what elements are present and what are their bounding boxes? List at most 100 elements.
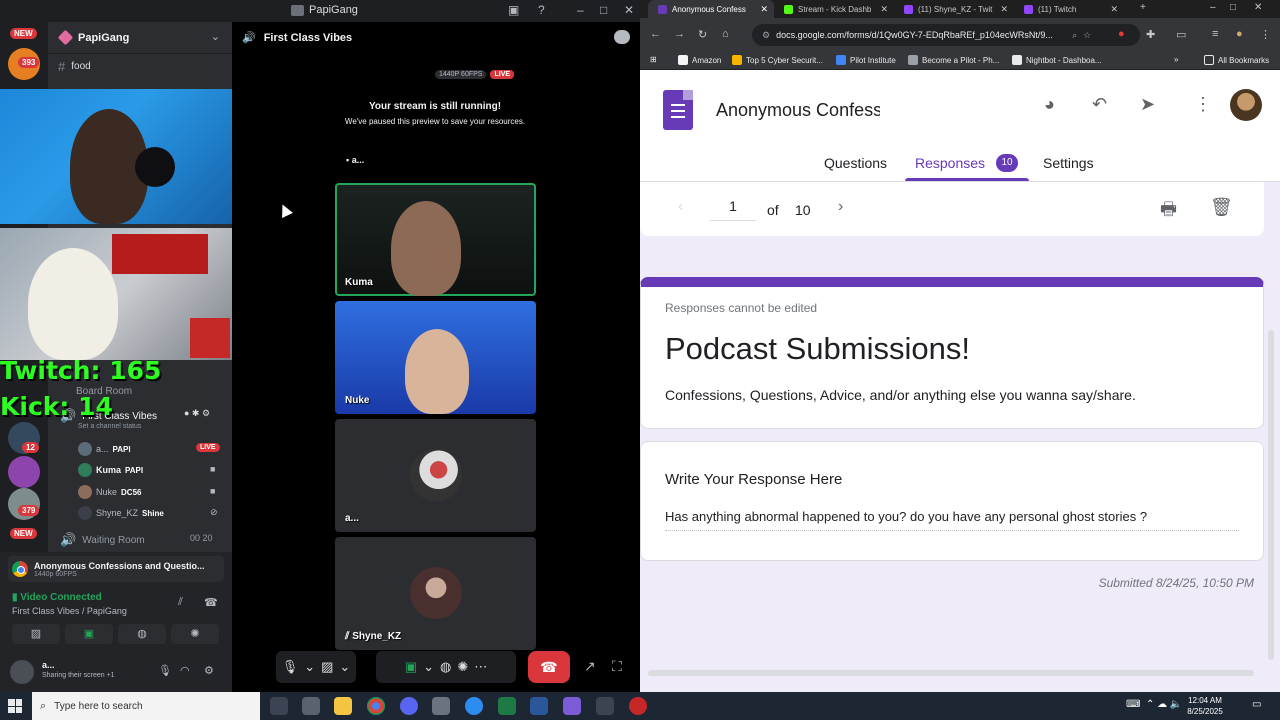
- form-title[interactable]: Anonymous Confess: [716, 100, 880, 121]
- stream-preview-row[interactable]: Anonymous Confessions and Questio... 144…: [8, 556, 224, 582]
- response-page-input[interactable]: 1: [710, 198, 756, 221]
- channel-waiting-room[interactable]: 🔊 Waiting Room: [60, 532, 145, 548]
- excel-icon[interactable]: [498, 697, 516, 715]
- google-forms-logo[interactable]: [663, 90, 693, 130]
- forward-icon[interactable]: →: [674, 28, 685, 40]
- home-icon[interactable]: ⌂: [722, 28, 729, 40]
- tab-twitch-shyne[interactable]: (11) Shyne_KZ - Twit ✕: [894, 0, 1014, 18]
- channel-action-icons[interactable]: ● ✱ ⚙: [184, 408, 210, 419]
- bookmark-more-chevron[interactable]: »: [1174, 55, 1178, 64]
- maximize-button[interactable]: □: [1230, 2, 1236, 13]
- word-icon[interactable]: [530, 697, 548, 715]
- keyboard-icon[interactable]: ⌨: [1126, 699, 1140, 710]
- mic-control[interactable]: 🎙 ⌄ ▨ ⌄: [276, 651, 356, 683]
- close-icon[interactable]: ✕: [760, 4, 768, 15]
- menu-lines-icon[interactable]: ≡: [1212, 28, 1218, 40]
- bookmark-nightbot[interactable]: Nightbot - Dashboa...: [1012, 55, 1102, 65]
- close-icon[interactable]: ✕: [1110, 4, 1118, 15]
- extensions-puzzle-icon[interactable]: ✚: [1146, 28, 1155, 41]
- channel-status[interactable]: Set a channel status: [78, 423, 141, 430]
- help-icon[interactable]: ?: [538, 3, 545, 17]
- share-screen-button[interactable]: ▣: [65, 624, 113, 644]
- more-vert-icon[interactable]: ⋮: [1194, 94, 1212, 115]
- tab-twitch[interactable]: (11) Twitch ✕: [1014, 0, 1124, 18]
- address-bar[interactable]: ⚙ docs.google.com/forms/d/1Qw0GY-7-EDqRb…: [752, 24, 1140, 46]
- video-tile-a[interactable]: a...: [335, 419, 536, 532]
- tab-kick[interactable]: Stream - Kick Dashb ✕: [774, 0, 894, 18]
- discord-icon[interactable]: [400, 697, 418, 715]
- noise-suppression-icon[interactable]: ⫽: [178, 596, 183, 609]
- voice-user[interactable]: a... PAPI: [78, 442, 131, 456]
- tab-responses[interactable]: Responses: [915, 155, 985, 171]
- disconnect-icon[interactable]: ☎: [204, 596, 218, 609]
- account-avatar[interactable]: [1230, 89, 1262, 121]
- video-tile-nuke[interactable]: Nuke: [335, 301, 536, 414]
- tab-questions[interactable]: Questions: [824, 155, 887, 171]
- video-tile-kuma[interactable]: Kuma: [335, 183, 536, 296]
- delete-icon[interactable]: 🗑: [1210, 197, 1233, 218]
- activity-button[interactable]: ◍: [118, 624, 166, 644]
- next-response-icon[interactable]: ›: [838, 198, 843, 216]
- app-icon[interactable]: [465, 697, 483, 715]
- new-tab-icon[interactable]: +: [1140, 2, 1146, 13]
- headset-icon[interactable]: ◠: [180, 664, 190, 677]
- all-bookmarks[interactable]: All Bookmarks: [1204, 55, 1269, 65]
- bookmark-pilot-institute[interactable]: Pilot Institute: [836, 55, 896, 65]
- voice-user[interactable]: Nuke DC56: [78, 485, 141, 499]
- vertical-scrollbar[interactable]: [1268, 330, 1274, 660]
- disconnect-button[interactable]: ☎: [528, 651, 570, 683]
- extension-icon[interactable]: ●: [1118, 28, 1125, 40]
- video-tile-shyne[interactable]: ⫽ Shyne_KZ: [335, 537, 536, 650]
- task-view-icon[interactable]: [270, 697, 288, 715]
- print-icon[interactable]: 🖶: [1160, 197, 1177, 227]
- chat-icon[interactable]: [614, 30, 630, 44]
- tab-settings[interactable]: Settings: [1043, 155, 1094, 171]
- gear-icon[interactable]: ⚙: [204, 664, 214, 677]
- notifications-icon[interactable]: ▭: [1252, 699, 1261, 710]
- zoom-icon[interactable]: ⌕: [1072, 30, 1077, 41]
- system-clock[interactable]: 12:04 AM 8/25/2025: [1180, 695, 1230, 717]
- chrome-icon[interactable]: [367, 697, 385, 715]
- site-info-icon[interactable]: ⚙: [762, 30, 770, 41]
- fullscreen-icon[interactable]: ⛶: [612, 658, 622, 675]
- bookmark-become-pilot[interactable]: Become a Pilot - Ph...: [908, 55, 999, 65]
- undo-icon[interactable]: ↶: [1092, 94, 1107, 115]
- reload-icon[interactable]: ↻: [698, 28, 707, 41]
- send-icon[interactable]: ➤: [1140, 94, 1155, 115]
- kebab-menu-icon[interactable]: ⋮: [1260, 28, 1271, 41]
- minimize-button[interactable]: –: [577, 3, 584, 17]
- video-off-button[interactable]: ▨: [12, 624, 60, 644]
- connection-status[interactable]: ▮ Video Connected: [12, 592, 102, 603]
- voice-user[interactable]: Shyne_KZ Shine: [78, 506, 164, 520]
- bookmark-cyber[interactable]: Top 5 Cyber Securit...: [732, 55, 823, 65]
- apps-icon[interactable]: ⊞: [650, 55, 657, 64]
- settings-icon[interactable]: [432, 697, 450, 715]
- obs-icon[interactable]: [629, 697, 647, 715]
- palette-icon[interactable]: ◕: [1044, 94, 1055, 115]
- close-icon[interactable]: ✕: [880, 4, 888, 15]
- channel-food[interactable]: # food: [58, 59, 91, 74]
- cast-icon[interactable]: ▭: [1176, 28, 1186, 41]
- app-icon[interactable]: [596, 697, 614, 715]
- bookmark-star-icon[interactable]: ☆: [1083, 30, 1091, 41]
- tray-icons[interactable]: ⌃ ☁ 🔈: [1146, 699, 1182, 710]
- mic-icon[interactable]: 🎙: [158, 664, 172, 677]
- bookmark-amazon[interactable]: Amazon: [678, 55, 721, 65]
- activity-controls[interactable]: ▣ ⌄ ◍ ✺ ⋯: [376, 651, 516, 683]
- close-button[interactable]: ✕: [1254, 2, 1262, 13]
- user-panel[interactable]: a... Sharing their screen +1 🎙 ◠ ⚙: [8, 656, 224, 686]
- inbox-icon[interactable]: ▣: [508, 3, 519, 17]
- close-button[interactable]: ✕: [624, 3, 634, 17]
- server-header[interactable]: PapiGang ⌄: [48, 22, 232, 54]
- tab-google-forms[interactable]: Anonymous Confess ✕: [648, 0, 774, 18]
- minimize-button[interactable]: –: [1210, 2, 1216, 13]
- horizontal-scrollbar[interactable]: [648, 670, 1254, 676]
- server-icon[interactable]: [8, 456, 40, 488]
- app-icon[interactable]: [302, 697, 320, 715]
- start-button[interactable]: [8, 699, 22, 713]
- taskbar-search[interactable]: ⌕ Type here to search: [32, 692, 260, 720]
- previous-response-icon[interactable]: ‹: [678, 198, 683, 216]
- profile-avatar[interactable]: ●: [1236, 28, 1243, 40]
- file-explorer-icon[interactable]: [334, 697, 352, 715]
- voice-user[interactable]: Kuma PAPI: [78, 463, 143, 477]
